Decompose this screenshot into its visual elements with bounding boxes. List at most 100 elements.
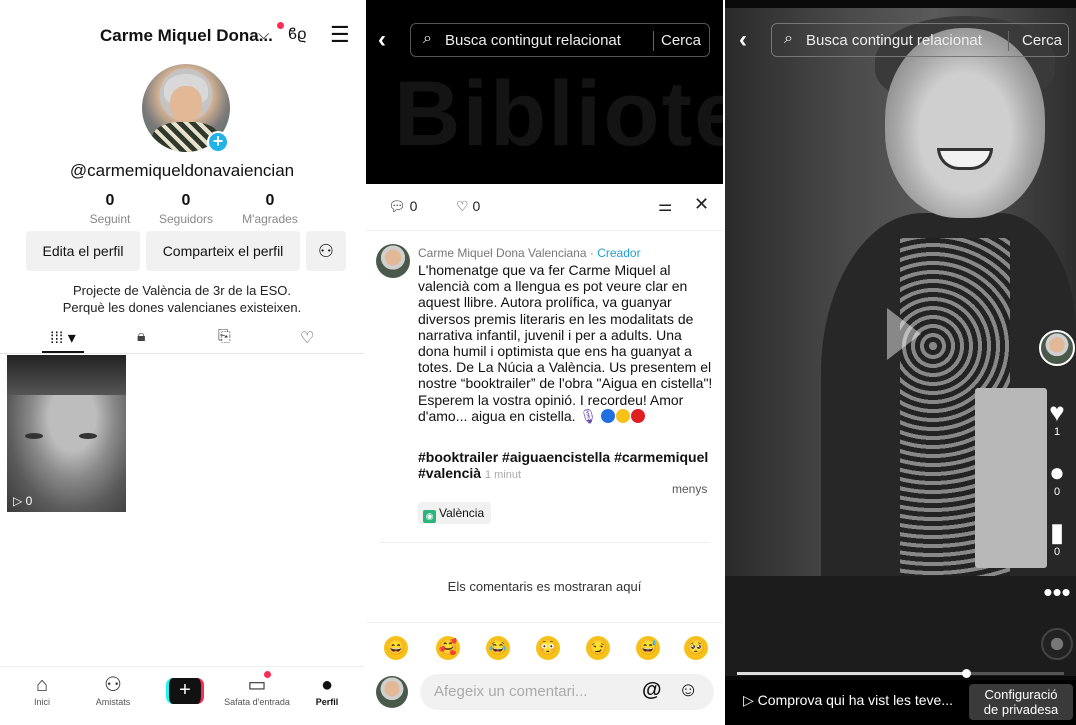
- thumbnail-views: ▷ 0: [13, 494, 33, 508]
- search-button[interactable]: Cerca: [1022, 32, 1062, 49]
- comments-screen: Bibliote ‹ ⌕ Busca contingut relacionat …: [366, 0, 723, 725]
- stat-following[interactable]: 0 Seguint: [70, 192, 150, 226]
- emoji-button[interactable]: 😄: [384, 636, 408, 660]
- video-progress-bar[interactable]: [737, 669, 1064, 678]
- nav-profile[interactable]: ● Perfil: [292, 673, 362, 707]
- edit-profile-button[interactable]: Edita el perfil: [26, 231, 140, 271]
- notification-dot: [277, 22, 284, 29]
- create-icon[interactable]: +: [166, 678, 204, 704]
- nav-label: Inici: [33, 697, 50, 707]
- stat-likes[interactable]: 0 M'agrades: [230, 192, 310, 226]
- author-avatar[interactable]: [376, 244, 410, 278]
- comment-count[interactable]: 💬︎ 0: [388, 198, 417, 215]
- stat-label: Seguint: [89, 212, 131, 226]
- backdrop-logo-text: Bibliote: [394, 63, 723, 165]
- search-button[interactable]: Cerca: [661, 32, 701, 49]
- my-avatar: [376, 676, 408, 708]
- emoji-picker-icon[interactable]: ☺: [678, 679, 698, 702]
- creator-avatar[interactable]: [1039, 330, 1075, 366]
- active-tab-indicator: [42, 351, 84, 353]
- divider: [380, 542, 710, 543]
- chevron-down-icon[interactable]: ⌵: [258, 26, 269, 43]
- profile-icon: ●: [320, 674, 334, 696]
- like-count-value: 0: [472, 198, 481, 214]
- save-button[interactable]: ▮ 0: [1037, 518, 1076, 558]
- like-count[interactable]: ♡ 0: [456, 198, 480, 215]
- privacy-settings-button[interactable]: Configuració de privadesa: [969, 684, 1073, 720]
- lock-icon[interactable]: 🔒︎: [137, 328, 146, 346]
- divider: [366, 230, 723, 231]
- emoji-button[interactable]: 🥰: [436, 636, 460, 660]
- nav-label: Perfil: [315, 697, 339, 707]
- stat-label: Seguidors: [158, 212, 214, 226]
- sound-disc-icon[interactable]: [1041, 628, 1073, 660]
- profile-handle: @carmemiqueldonavaiencian: [69, 161, 295, 180]
- comment-button[interactable]: ● 0: [1037, 458, 1076, 498]
- liked-hidden-icon[interactable]: ♡: [300, 328, 314, 348]
- play-outline-icon: ▷: [743, 692, 754, 708]
- like-button[interactable]: ♥ 1: [1037, 398, 1076, 438]
- more-icon: •••: [1043, 577, 1071, 607]
- inbox-icon: ▭: [247, 674, 267, 696]
- quick-emoji-bar: 😄 🥰 😂 😳 😏 😅 🥺: [366, 636, 723, 666]
- who-viewed-link[interactable]: ▷ Comprova qui ha vist les teve...: [743, 692, 953, 709]
- stat-followers[interactable]: 0 Seguidors: [146, 192, 226, 226]
- nav-inbox[interactable]: ▭ Safata d'entrada: [222, 673, 292, 707]
- add-friend-icon[interactable]: ⚇: [306, 231, 346, 271]
- privacy-line: de privadesa: [983, 702, 1059, 717]
- grid-videos-icon[interactable]: ⁞⁞⁞ ▾: [50, 328, 76, 348]
- microphone-emoji-icon: 🎙︎: [579, 407, 598, 424]
- search-bar[interactable]: ⌕ Busca contingut relacionat Cerca: [771, 23, 1069, 57]
- location-tag[interactable]: ◉ València: [418, 502, 492, 524]
- close-icon[interactable]: ✕: [694, 194, 709, 215]
- heart-icon: ♥: [1049, 397, 1065, 427]
- emoji-button[interactable]: 😂: [486, 636, 510, 660]
- comment-bubble-icon: 💬︎: [388, 198, 406, 214]
- mention-icon[interactable]: @: [642, 679, 662, 702]
- like-count: 1: [1053, 426, 1061, 438]
- emoji-sequence: [601, 408, 646, 424]
- search-bar[interactable]: ⌕ Busca contingut relacionat Cerca: [410, 23, 710, 57]
- emoji-button[interactable]: 😳: [536, 636, 560, 660]
- emoji-button[interactable]: 🥺: [684, 636, 708, 660]
- more-options-button[interactable]: •••: [1037, 578, 1076, 606]
- nav-friends[interactable]: ⚇ Amistats: [78, 673, 148, 707]
- profile-display-name[interactable]: Carme Miquel Dona...: [100, 26, 273, 46]
- show-less-link[interactable]: menys: [672, 482, 707, 496]
- red-circle-icon: [631, 408, 646, 423]
- screenshot-collage: Carme Miquel Dona... ⌵ ϐϱ ☰ + @carmemiqu…: [0, 0, 1076, 725]
- notification-dot: [264, 671, 271, 678]
- bio-line: Projecte de València de 3r de la ESO.: [73, 283, 291, 298]
- privacy-line: Configuració: [984, 687, 1058, 702]
- blue-circle-icon: [601, 408, 616, 423]
- video-thumbnail[interactable]: ▷ 0: [7, 355, 126, 512]
- emoji-button[interactable]: 😅: [636, 636, 660, 660]
- filter-icon[interactable]: ⚌: [658, 196, 672, 216]
- bookmark-icon: ▮: [1049, 517, 1065, 547]
- comment-count: 0: [1053, 486, 1061, 498]
- progress-knob[interactable]: [961, 669, 971, 678]
- emoji-button[interactable]: 😏: [586, 636, 610, 660]
- reposts-icon[interactable]: ⎘: [218, 328, 231, 346]
- author-name: Carme Miquel Dona Valenciana: [418, 246, 587, 260]
- share-profile-button[interactable]: Comparteix el perfil: [146, 231, 300, 271]
- play-icon[interactable]: [887, 308, 921, 360]
- stat-value: 0: [105, 192, 115, 209]
- footprints-icon[interactable]: ϐϱ: [288, 26, 306, 44]
- profile-header: Carme Miquel Dona... ⌵ ϐϱ ☰: [0, 22, 364, 52]
- hashtags[interactable]: #booktrailer #aiguaencistella #carmemiqu…: [418, 449, 714, 483]
- post-time: 1 minut: [484, 469, 522, 481]
- creator-badge: Creador: [597, 246, 641, 260]
- save-count: 0: [1053, 546, 1061, 558]
- add-photo-icon[interactable]: +: [207, 131, 229, 153]
- stat-value: 0: [265, 192, 275, 209]
- video-player[interactable]: [725, 8, 1076, 676]
- author-line[interactable]: Carme Miquel Dona Valenciana · Creador: [418, 246, 641, 260]
- nav-home[interactable]: ⌂ Inici: [7, 673, 77, 707]
- menu-icon[interactable]: ☰: [330, 24, 350, 46]
- back-arrow-icon[interactable]: ‹: [378, 26, 386, 54]
- back-arrow-icon[interactable]: ‹: [739, 26, 747, 54]
- home-icon: ⌂: [35, 674, 49, 696]
- comment-input[interactable]: Afegeix un comentari... @ ☺: [420, 674, 714, 710]
- stat-label: M'agrades: [242, 212, 298, 226]
